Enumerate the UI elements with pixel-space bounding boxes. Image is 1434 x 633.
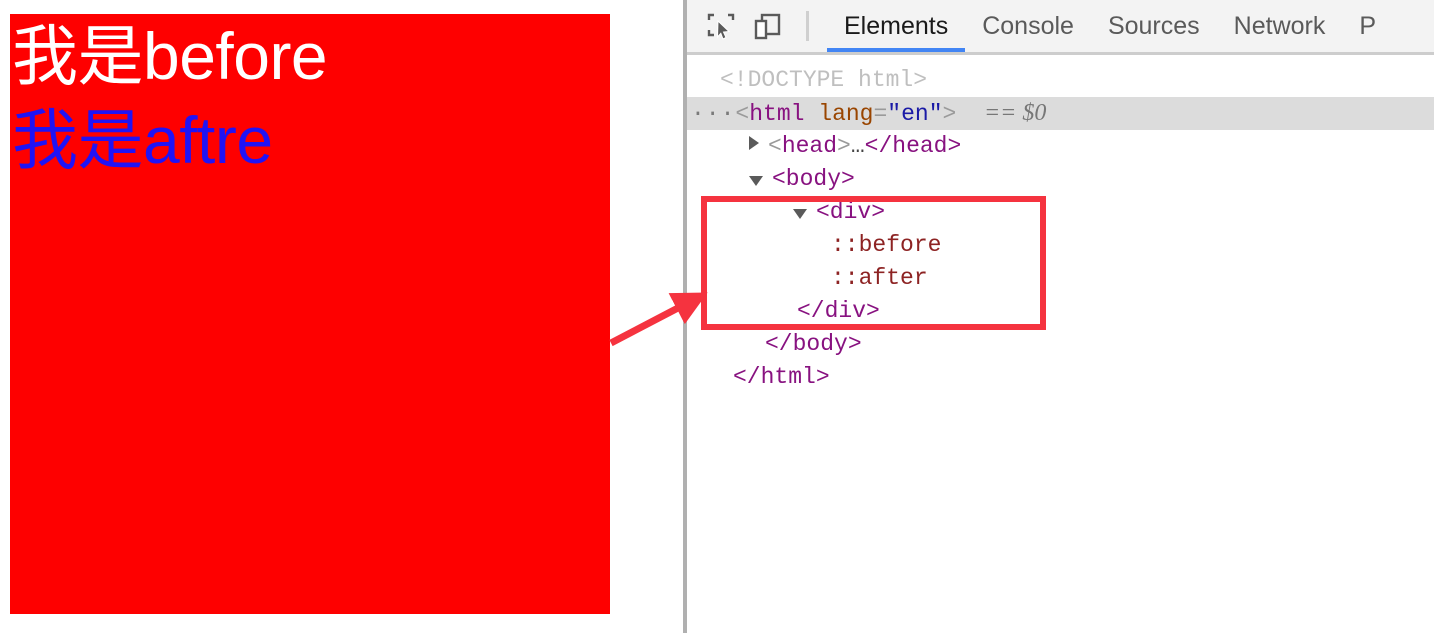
selected-node-ref: == $0 — [983, 100, 1047, 126]
red-content-div: 我是before 我是aftre — [10, 14, 610, 614]
dom-row-after[interactable]: ::after — [687, 262, 1434, 295]
head-closing-tag: </head> — [864, 133, 962, 159]
dom-tree: <!DOCTYPE html> ···<html lang="en"> == $… — [687, 55, 1434, 633]
dom-row-html-close[interactable]: </html> — [687, 361, 1434, 394]
device-toolbar-icon[interactable] — [744, 3, 790, 49]
div-after-pseudo-text: 我是aftre — [12, 103, 273, 178]
rendered-page-pane: 我是before 我是aftre — [0, 0, 686, 633]
html-tag-name: html — [749, 101, 805, 127]
html-close-bracket: > — [942, 101, 957, 127]
tab-performance[interactable]: P — [1342, 0, 1393, 52]
doctype-text: <!DOCTYPE html> — [720, 67, 928, 93]
toolbar-separator — [806, 11, 809, 41]
dom-row-head[interactable]: <head>…</head> — [687, 130, 1434, 163]
chevron-down-icon[interactable] — [793, 209, 807, 219]
head-ellipsis: … — [850, 133, 865, 159]
devtools-icon-group — [698, 3, 790, 49]
dom-row-div-open[interactable]: <div> — [687, 196, 1434, 229]
head-close-bracket: > — [837, 133, 851, 159]
dom-row-html[interactable]: ···<html lang="en"> == $0 — [687, 97, 1434, 130]
dom-row-doctype[interactable]: <!DOCTYPE html> — [687, 64, 1434, 97]
pseudo-before-node: ::before — [831, 232, 942, 258]
devtools-panel: Elements Console Sources Network P <!DOC… — [687, 0, 1434, 633]
dom-row-body-open[interactable]: <body> — [687, 163, 1434, 196]
html-attr-equals: = — [873, 101, 888, 127]
div-open-tag: <div> — [816, 199, 886, 225]
pseudo-after-node: ::after — [831, 265, 928, 291]
dom-row-before[interactable]: ::before — [687, 229, 1434, 262]
chevron-right-icon[interactable] — [749, 136, 759, 150]
html-open-bracket: < — [735, 101, 750, 127]
head-open-bracket: < — [768, 133, 782, 159]
chevron-down-icon[interactable] — [749, 176, 763, 186]
devtools-tab-strip: Elements Console Sources Network P — [827, 0, 1393, 52]
head-tag-name: head — [781, 133, 838, 159]
tab-network[interactable]: Network — [1217, 0, 1343, 52]
tab-elements[interactable]: Elements — [827, 0, 966, 52]
tab-sources[interactable]: Sources — [1091, 0, 1217, 52]
html-close-tag: </html> — [733, 364, 830, 390]
tab-console[interactable]: Console — [965, 0, 1091, 52]
html-overflow-dots: ··· — [691, 101, 736, 127]
inspect-element-icon[interactable] — [698, 3, 744, 49]
body-open-tag: <body> — [772, 166, 855, 192]
dom-row-body-close[interactable]: </body> — [687, 328, 1434, 361]
html-attr-value: "en" — [887, 101, 943, 127]
html-attr-name: lang — [818, 101, 874, 127]
div-before-pseudo-text: 我是before — [12, 19, 328, 93]
div-close-tag: </div> — [797, 298, 880, 324]
body-close-tag: </body> — [765, 331, 862, 357]
dom-row-div-close[interactable]: </div> — [687, 295, 1434, 328]
devtools-toolbar: Elements Console Sources Network P — [687, 0, 1434, 55]
